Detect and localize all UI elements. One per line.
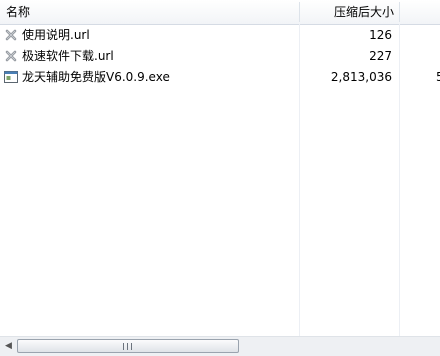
file-size: 126 — [369, 28, 392, 42]
file-size: 227 — [369, 49, 392, 63]
scrollbar-thumb[interactable] — [17, 339, 239, 353]
broken-url-icon — [5, 50, 17, 62]
archive-file-list: 名称 压缩后大小 使用说明.url 126 极速软件下载.url 227 龙天辅… — [0, 0, 440, 356]
file-row[interactable]: 龙天辅助免费版V6.0.9.exe 2,813,036 5 — [0, 67, 440, 88]
grip-icon — [123, 343, 132, 350]
column-header-bar: 名称 压缩后大小 — [0, 0, 440, 25]
file-name: 使用说明.url — [22, 28, 90, 42]
horizontal-scrollbar[interactable]: ◀ — [0, 336, 440, 356]
broken-url-icon — [5, 29, 17, 41]
file-size: 2,813,036 — [330, 70, 392, 84]
file-row[interactable]: 极速软件下载.url 227 — [0, 46, 440, 67]
file-clipped-column: 5 — [436, 70, 440, 84]
file-name: 龙天辅助免费版V6.0.9.exe — [22, 70, 170, 84]
file-row[interactable]: 使用说明.url 126 — [0, 25, 440, 46]
column-header-name[interactable]: 名称 — [6, 0, 30, 24]
exe-window-icon — [4, 71, 18, 83]
file-name: 极速软件下载.url — [22, 49, 114, 63]
scroll-left-arrow-icon[interactable]: ◀ — [0, 337, 17, 356]
column-header-compressed-size[interactable]: 压缩后大小 — [300, 0, 394, 24]
column-divider[interactable] — [399, 2, 400, 22]
file-rows: 使用说明.url 126 极速软件下载.url 227 龙天辅助免费版V6.0.… — [0, 25, 440, 88]
